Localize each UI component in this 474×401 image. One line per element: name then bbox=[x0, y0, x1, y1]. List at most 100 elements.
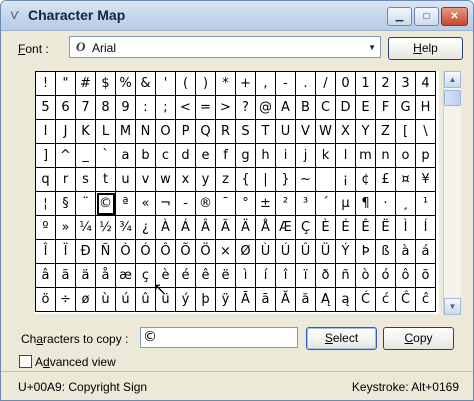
character-cell[interactable]: Ă bbox=[276, 288, 296, 312]
character-cell[interactable]: ¢ bbox=[356, 168, 376, 192]
character-cell[interactable]: Ó bbox=[136, 240, 156, 264]
character-cell[interactable]: > bbox=[216, 96, 236, 120]
character-cell[interactable]: h bbox=[256, 144, 276, 168]
character-cell[interactable]: 9 bbox=[116, 96, 136, 120]
character-cell[interactable]: û bbox=[136, 288, 156, 312]
character-cell[interactable]: Ì bbox=[396, 216, 416, 240]
character-cell[interactable]: Ö bbox=[196, 240, 216, 264]
character-cell[interactable]: M bbox=[116, 120, 136, 144]
character-cell[interactable]: × bbox=[216, 240, 236, 264]
character-cell[interactable]: ÷ bbox=[56, 288, 76, 312]
character-cell[interactable]: ú bbox=[116, 288, 136, 312]
character-cell[interactable]: o bbox=[396, 144, 416, 168]
character-cell[interactable]: ø bbox=[76, 288, 96, 312]
character-cell[interactable]: 2 bbox=[376, 72, 396, 96]
character-cell[interactable]: , bbox=[256, 72, 276, 96]
character-cell[interactable]: ¯ bbox=[216, 192, 236, 216]
character-cell[interactable]: @ bbox=[256, 96, 276, 120]
character-cell[interactable]: Ð bbox=[76, 240, 96, 264]
character-cell[interactable]: © bbox=[96, 192, 116, 216]
character-cell[interactable]: é bbox=[176, 264, 196, 288]
character-cell[interactable]: y bbox=[196, 168, 216, 192]
character-cell[interactable]: k bbox=[316, 144, 336, 168]
character-cell[interactable]: Á bbox=[176, 216, 196, 240]
close-button[interactable]: ✕ bbox=[441, 7, 468, 26]
character-cell[interactable]: w bbox=[156, 168, 176, 192]
character-cell[interactable]: ă bbox=[296, 288, 316, 312]
character-cell[interactable]: ² bbox=[276, 192, 296, 216]
character-cell[interactable]: 1 bbox=[356, 72, 376, 96]
character-cell[interactable]: 6 bbox=[56, 96, 76, 120]
character-cell[interactable]: * bbox=[216, 72, 236, 96]
character-cell[interactable]: ð bbox=[316, 264, 336, 288]
character-cell[interactable]: + bbox=[236, 72, 256, 96]
character-cell[interactable]: R bbox=[216, 120, 236, 144]
character-cell[interactable]: ß bbox=[376, 240, 396, 264]
character-cell[interactable]: ^ bbox=[56, 144, 76, 168]
character-cell[interactable]: F bbox=[376, 96, 396, 120]
character-cell[interactable]: Ą bbox=[316, 288, 336, 312]
character-cell[interactable]: T bbox=[256, 120, 276, 144]
character-cell[interactable]: p bbox=[416, 144, 436, 168]
character-cell[interactable]: ¤ bbox=[396, 168, 416, 192]
character-cell[interactable]: Ë bbox=[376, 216, 396, 240]
character-cell[interactable]: s bbox=[76, 168, 96, 192]
character-cell[interactable]: ¡ bbox=[336, 168, 356, 192]
character-cell[interactable]: P bbox=[176, 120, 196, 144]
character-cell[interactable]: D bbox=[336, 96, 356, 120]
character-cell[interactable]: ) bbox=[196, 72, 216, 96]
character-cell[interactable]: ç bbox=[136, 264, 156, 288]
advanced-view-checkbox[interactable] bbox=[19, 355, 32, 368]
character-cell[interactable]: æ bbox=[116, 264, 136, 288]
character-cell[interactable]: 0 bbox=[336, 72, 356, 96]
font-dropdown[interactable]: O Arial ▼ bbox=[69, 36, 381, 58]
character-cell[interactable]: Í bbox=[416, 216, 436, 240]
character-cell[interactable]: # bbox=[76, 72, 96, 96]
character-cell[interactable]: À bbox=[156, 216, 176, 240]
character-cell[interactable]: ¶ bbox=[356, 192, 376, 216]
character-cell[interactable]: ù bbox=[96, 288, 116, 312]
scroll-down-button[interactable]: ▼ bbox=[444, 298, 461, 315]
character-cell[interactable]: O bbox=[156, 120, 176, 144]
character-cell[interactable]: d bbox=[176, 144, 196, 168]
character-cell[interactable]: ? bbox=[236, 96, 256, 120]
character-cell[interactable]: ô bbox=[396, 264, 416, 288]
character-cell[interactable]: [ bbox=[396, 120, 416, 144]
character-cell[interactable]: » bbox=[56, 216, 76, 240]
character-cell[interactable]: ã bbox=[56, 264, 76, 288]
character-cell[interactable]: ó bbox=[376, 264, 396, 288]
character-cell[interactable]: < bbox=[176, 96, 196, 120]
character-cell[interactable]: à bbox=[396, 240, 416, 264]
character-cell[interactable]: ¾ bbox=[116, 216, 136, 240]
character-cell[interactable]: 4 bbox=[416, 72, 436, 96]
character-cell[interactable]: ë bbox=[216, 264, 236, 288]
character-cell[interactable]: u bbox=[116, 168, 136, 192]
character-cell[interactable]: Ã bbox=[216, 216, 236, 240]
character-cell[interactable]: î bbox=[276, 264, 296, 288]
help-button[interactable]: Help bbox=[388, 37, 463, 60]
character-cell[interactable]: Q bbox=[196, 120, 216, 144]
character-cell[interactable]: ¬ bbox=[156, 192, 176, 216]
character-cell[interactable]: V bbox=[296, 120, 316, 144]
character-cell[interactable]: J bbox=[56, 120, 76, 144]
character-cell[interactable]: C bbox=[316, 96, 336, 120]
character-cell[interactable]: Õ bbox=[176, 240, 196, 264]
character-cell[interactable]: º bbox=[36, 216, 56, 240]
character-cell[interactable]: = bbox=[196, 96, 216, 120]
advanced-view-label[interactable]: Advanced view bbox=[35, 355, 116, 369]
character-cell[interactable]: ï bbox=[296, 264, 316, 288]
character-cell[interactable]: £ bbox=[376, 168, 396, 192]
character-cell[interactable]: í bbox=[256, 264, 276, 288]
character-cell[interactable]: ê bbox=[196, 264, 216, 288]
character-cell[interactable]: ¹ bbox=[416, 192, 436, 216]
minimize-button[interactable]: ▁ bbox=[387, 7, 412, 26]
character-cell[interactable]: Þ bbox=[356, 240, 376, 264]
character-cell[interactable]: G bbox=[396, 96, 416, 120]
character-cell[interactable]: è bbox=[156, 264, 176, 288]
character-cell[interactable]: Y bbox=[356, 120, 376, 144]
character-cell[interactable]: Ć bbox=[356, 288, 376, 312]
character-cell[interactable]: Ê bbox=[356, 216, 376, 240]
character-cell[interactable]: b bbox=[136, 144, 156, 168]
character-cell[interactable]: ] bbox=[36, 144, 56, 168]
character-cell[interactable]: L bbox=[96, 120, 116, 144]
